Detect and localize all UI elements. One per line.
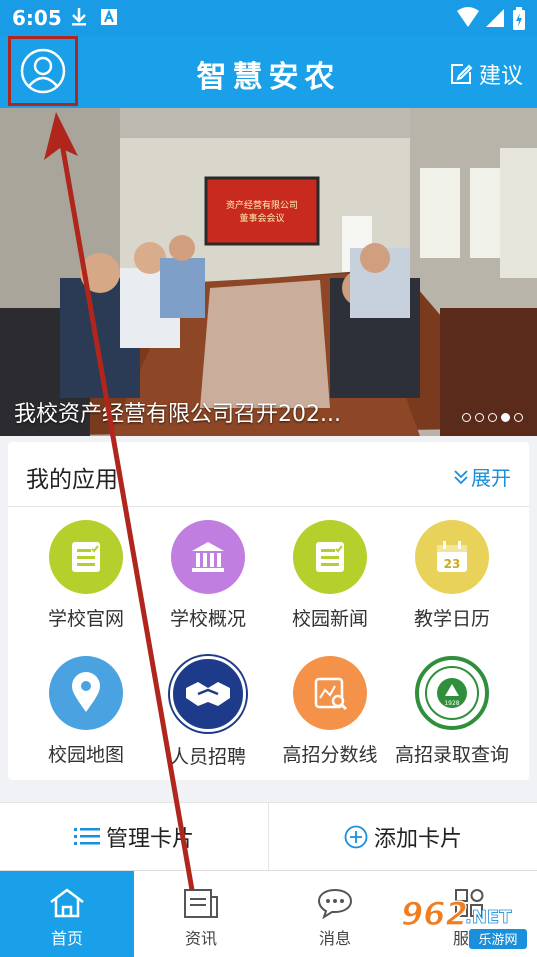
map-pin-icon [49, 656, 123, 730]
home-icon [50, 888, 84, 918]
status-time: 6:05 [12, 6, 62, 30]
app-label: 高招分数线 [282, 744, 378, 766]
pagination-dot-active[interactable] [501, 413, 510, 422]
tab-label: 消息 [318, 929, 351, 948]
news-icon [293, 520, 367, 594]
banner-photo: 资产经营有限公司 董事会会议 [0, 108, 537, 436]
tab-messages[interactable]: 消息 [268, 871, 402, 957]
banner-caption: 我校资产经营有限公司召开202... [14, 402, 341, 427]
watermark-sub-text: 乐游网 [478, 933, 517, 948]
tab-news[interactable]: 资讯 [134, 871, 268, 957]
document-check-icon [49, 520, 123, 594]
app-label: 学校官网 [47, 608, 124, 630]
download-icon [72, 8, 86, 26]
pagination-dot[interactable] [462, 413, 471, 422]
suggestion-button[interactable]: 建议 [449, 58, 523, 90]
calendar-icon: 23 [415, 520, 489, 594]
expand-label: 展开 [471, 466, 511, 490]
app-school-website[interactable]: 学校官网 [21, 520, 151, 631]
banner-screen-text-2: 董事会会议 [239, 212, 284, 224]
app-admission-scores[interactable]: 高招分数线 [265, 656, 395, 767]
list-icon [73, 828, 100, 845]
news-banner[interactable]: 资产经营有限公司 董事会会议 我校资产经营有限公司召开202... [0, 108, 537, 436]
banner-screen-text-1: 资产经营有限公司 [226, 199, 298, 211]
pagination-dot[interactable] [488, 413, 497, 422]
tab-home[interactable]: 首页 [0, 871, 134, 957]
status-bar: 6:05 [0, 0, 537, 36]
app-label: 人员招聘 [169, 746, 246, 768]
watermark-net-text: .NET [465, 907, 512, 928]
university-seal-icon: 1928 [415, 656, 489, 730]
app-label: 学校概况 [169, 608, 246, 630]
app-admission-query[interactable]: 1928 高招录取查询 [387, 656, 517, 767]
add-card-button[interactable]: 添加卡片 [269, 803, 537, 871]
wifi-icon [457, 7, 479, 27]
suggestion-label: 建议 [478, 64, 523, 89]
calendar-day-text: 23 [444, 557, 461, 571]
manage-cards-label: 管理卡片 [105, 827, 194, 852]
add-card-label: 添加卡片 [373, 827, 462, 852]
banner-pagination [462, 413, 523, 422]
my-apps-title: 我的应用 [26, 467, 118, 493]
handshake-icon [170, 656, 246, 732]
chevron-double-down-icon [454, 469, 468, 484]
manage-cards-button[interactable]: 管理卡片 [0, 803, 268, 871]
app-campus-news[interactable]: 校园新闻 [265, 520, 395, 631]
news-icon [184, 889, 218, 918]
app-label: 教学日历 [413, 608, 490, 630]
card-management-bar: 管理卡片 添加卡片 [0, 802, 537, 871]
site-watermark: 962 .NET 乐游网 [400, 894, 527, 949]
watermark-main-text: 962 [401, 895, 468, 933]
institution-icon [171, 520, 245, 594]
app-teaching-calendar[interactable]: 23 教学日历 [387, 520, 517, 631]
seal-year-text: 1928 [444, 700, 459, 707]
battery-icon [513, 7, 525, 30]
expand-button[interactable]: 展开 [453, 462, 511, 491]
app-label: 校园新闻 [291, 608, 368, 630]
message-icon [317, 888, 353, 920]
tab-label: 资讯 [184, 929, 217, 948]
app-recruitment[interactable]: 人员招聘 [143, 656, 273, 769]
tab-label: 首页 [50, 929, 83, 948]
app-label: 校园地图 [47, 744, 124, 766]
app-header: 智慧安农 建议 [0, 36, 537, 108]
signal-icon [486, 9, 504, 27]
app-school-overview[interactable]: 学校概况 [143, 520, 273, 631]
app-notification-icon [101, 9, 117, 25]
app-campus-map[interactable]: 校园地图 [21, 656, 151, 767]
plus-circle-icon [344, 825, 368, 849]
edit-icon [450, 64, 473, 84]
pagination-dot[interactable] [514, 413, 523, 422]
pagination-dot[interactable] [475, 413, 484, 422]
divider [8, 506, 529, 507]
app-label: 高招录取查询 [394, 744, 509, 766]
my-apps-card: 我的应用 展开 学校官网 学校概况 校园新闻 23 教学日历 校园地图 人员招聘… [8, 442, 529, 780]
bottom-tab-bar: 首页 资讯 消息 服务 962 .NET 乐游网 [0, 870, 537, 957]
chart-search-icon [293, 656, 367, 730]
